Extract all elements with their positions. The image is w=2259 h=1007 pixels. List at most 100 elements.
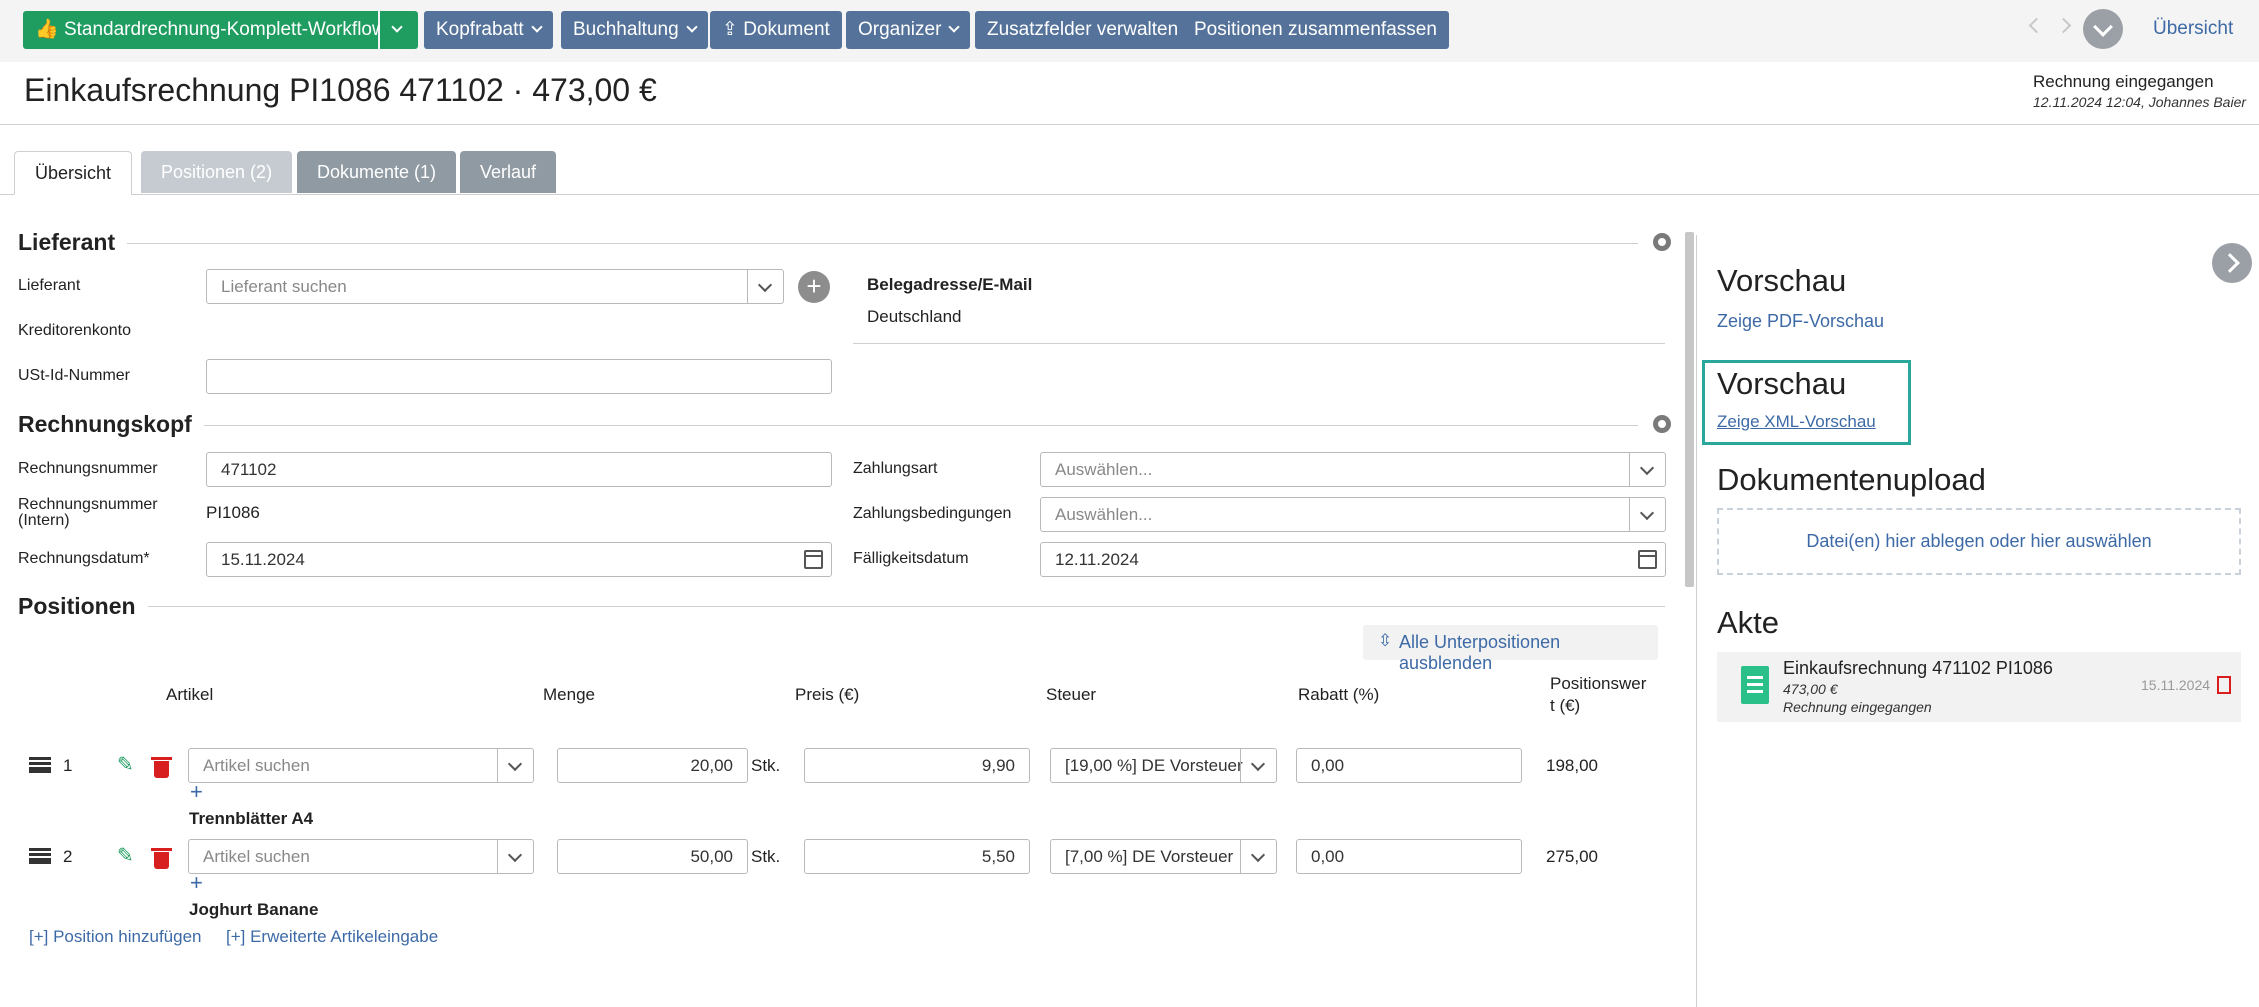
article-search-input[interactable]: Artikel suchen	[188, 839, 534, 874]
calendar-icon[interactable]	[804, 550, 823, 569]
add-subposition-icon[interactable]: +	[190, 779, 203, 805]
chevron-down-icon[interactable]	[497, 840, 533, 873]
zusatzfelder-button[interactable]: Zusatzfelder verwalten	[975, 11, 1191, 49]
positionen-section-title: Positionen	[18, 593, 148, 620]
document-icon	[1741, 666, 1769, 704]
column-artikel: Artikel	[166, 685, 214, 704]
rechnungsdatum-input[interactable]: 15.11.2024	[206, 542, 832, 577]
scrollbar[interactable]	[1685, 232, 1694, 587]
next-arrow-icon[interactable]	[2055, 17, 2072, 34]
add-position-link[interactable]: [+] Position hinzufügen	[29, 927, 201, 947]
toolbar: 👍 Standardrechnung-Komplett-Workflow Kop…	[0, 0, 2259, 62]
chevron-down-icon	[391, 21, 403, 33]
positionen-zusammenfassen-button[interactable]: Positionen zusammenfassen	[1182, 11, 1449, 49]
chevron-down-icon[interactable]	[1240, 840, 1276, 873]
steuer-select[interactable]: [7,00 %] DE Vorsteuer	[1050, 839, 1277, 874]
tab-verlauf[interactable]: Verlauf	[460, 151, 557, 193]
file-drop-zone[interactable]: Datei(en) hier ablegen oder hier auswähl…	[1717, 508, 2241, 575]
chevron-down-icon	[948, 21, 961, 33]
status-meta: 12.11.2024 12:04, Johannes Baier	[2033, 94, 2247, 110]
organizer-button[interactable]: Organizer	[846, 11, 971, 49]
xml-preview-link[interactable]: Zeige XML-Vorschau	[1717, 412, 1876, 432]
rechnungsnummer-label: Rechnungsnummer	[18, 460, 158, 477]
position-value: 275,00	[1546, 847, 1598, 866]
unit-label: Stk.	[751, 756, 781, 775]
rechnungsdatum-label: Rechnungsdatum*	[18, 550, 150, 567]
previous-arrow-icon[interactable]	[2028, 17, 2045, 34]
rechnungsnummer-input[interactable]: 471102	[206, 452, 832, 487]
kreditorenkonto-label: Kreditorenkonto	[18, 322, 131, 339]
zahlungsart-select[interactable]: Auswählen...	[1040, 452, 1666, 487]
lieferant-section-title: Lieferant	[18, 229, 128, 256]
add-subposition-icon[interactable]: +	[190, 870, 203, 896]
collapse-sidebar-button[interactable]	[2212, 243, 2252, 283]
address-divider	[853, 343, 1665, 344]
gear-icon[interactable]	[1653, 233, 1671, 251]
akte-document-card[interactable]: Einkaufsrechnung 471102 PI1086 473,00 € …	[1717, 652, 2241, 722]
column-preis: Preis (€)	[795, 685, 860, 704]
chevron-down-icon[interactable]	[1629, 498, 1665, 531]
faelligkeitsdatum-input[interactable]: 12.11.2024	[1040, 542, 1666, 577]
rechnungsnummer-intern-value: PI1086	[206, 503, 260, 522]
lieferant-divider	[18, 243, 1638, 244]
faelligkeitsdatum-label: Fälligkeitsdatum	[853, 550, 969, 567]
chevron-down-icon[interactable]	[747, 270, 783, 303]
upload-icon: ⇪	[722, 19, 738, 40]
position-value: 198,00	[1546, 756, 1598, 775]
akte-doc-amount: 473,00 €	[1783, 681, 1838, 697]
pencil-icon[interactable]: ✎	[117, 846, 135, 866]
buchhaltung-button[interactable]: Buchhaltung	[561, 11, 708, 49]
column-rabatt: Rabatt (%)	[1298, 685, 1380, 704]
kopfrabatt-button[interactable]: Kopfrabatt	[424, 11, 553, 49]
drag-handle-icon[interactable]	[29, 848, 51, 864]
tab-positionen[interactable]: Positionen (2)	[141, 151, 293, 193]
dokument-button[interactable]: ⇪ Dokument	[710, 11, 842, 49]
ustid-label: USt-Id-Nummer	[18, 367, 131, 384]
extended-entry-link[interactable]: [+] Erweiterte Artikeleingabe	[226, 927, 438, 947]
menge-input[interactable]: 50,00	[557, 839, 748, 874]
article-search-input[interactable]: Artikel suchen	[188, 748, 534, 783]
trash-icon[interactable]	[151, 848, 172, 869]
chevron-down-icon[interactable]	[497, 749, 533, 782]
lieferant-search-input[interactable]: Lieferant suchen	[206, 269, 784, 304]
page-title: Einkaufsrechnung PI1086 471102 · 473,00 …	[24, 72, 657, 108]
drag-handle-icon[interactable]	[29, 757, 51, 773]
steuer-select[interactable]: [19,00 %] DE Vorsteuer	[1050, 748, 1277, 783]
tab-uebersicht[interactable]: Übersicht	[14, 151, 133, 195]
workflow-button[interactable]: 👍 Standardrechnung-Komplett-Workflow	[23, 11, 386, 49]
more-dropdown-button[interactable]	[2083, 9, 2123, 49]
akte-doc-date: 15.11.2024	[2141, 677, 2211, 693]
ustid-input[interactable]	[206, 359, 832, 394]
sidebar-panel	[1696, 235, 2259, 1007]
chevron-down-icon[interactable]	[1240, 749, 1276, 782]
overview-link[interactable]: Übersicht	[2153, 18, 2233, 40]
workflow-dropdown-button[interactable]	[380, 11, 418, 49]
rechnungskopf-divider	[18, 425, 1638, 426]
add-lieferant-button[interactable]: +	[798, 271, 830, 303]
trash-icon[interactable]	[151, 757, 172, 778]
rabatt-input[interactable]: 0,00	[1296, 839, 1522, 874]
pdf-icon[interactable]	[2217, 676, 2231, 694]
chevron-down-icon[interactable]	[1629, 453, 1665, 486]
workflow-label: Standardrechnung-Komplett-Workflow	[63, 19, 386, 40]
menge-input[interactable]: 20,00	[557, 748, 748, 783]
rabatt-input[interactable]: 0,00	[1296, 748, 1522, 783]
pencil-icon[interactable]: ✎	[117, 755, 135, 775]
gear-icon[interactable]	[1653, 415, 1671, 433]
tab-dokumente[interactable]: Dokumente (1)	[297, 151, 457, 193]
pdf-preview-link[interactable]: Zeige PDF-Vorschau	[1717, 311, 1884, 332]
upload-title: Dokumentenupload	[1717, 462, 1986, 497]
lieferant-label: Lieferant	[18, 277, 81, 294]
thumbs-up-icon: 👍	[35, 19, 59, 40]
preview-title: Vorschau	[1717, 263, 1847, 298]
collapse-subpositions-button[interactable]: ⇳ Alle Unterpositionen ausblenden	[1363, 625, 1658, 673]
preis-input[interactable]: 5,50	[804, 839, 1030, 874]
calendar-icon[interactable]	[1638, 550, 1657, 569]
zahlungsbedingungen-select[interactable]: Auswählen...	[1040, 497, 1666, 532]
chevron-down-icon	[685, 21, 698, 33]
tabs-line-left	[0, 194, 14, 195]
preis-input[interactable]: 9,90	[804, 748, 1030, 783]
zahlungsbedingungen-label: Zahlungsbedingungen	[853, 505, 1012, 522]
zahlungsart-label: Zahlungsart	[853, 460, 938, 477]
address-title: Belegadresse/E-Mail	[867, 275, 1033, 294]
